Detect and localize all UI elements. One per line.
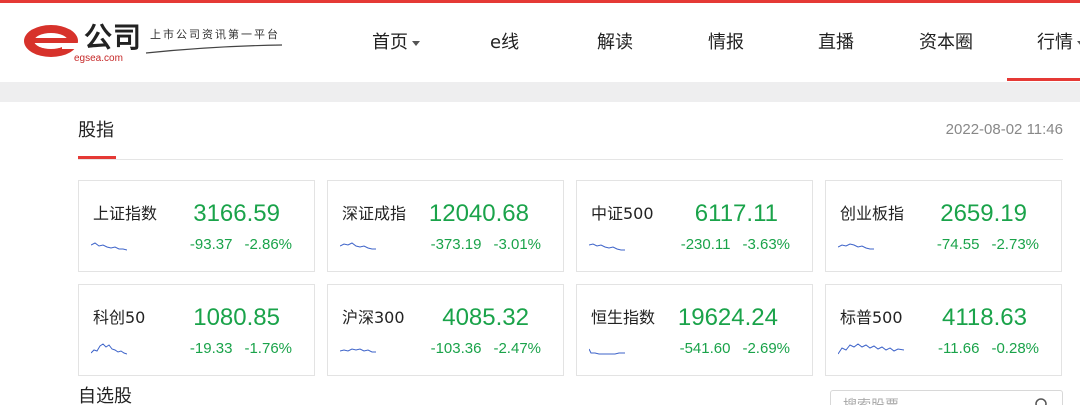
index-change: -19.33 -1.76% bbox=[190, 339, 292, 359]
index-change: -74.55 -2.73% bbox=[937, 235, 1039, 255]
index-change-points: -373.19 bbox=[430, 236, 482, 253]
sparkline-icon bbox=[91, 343, 127, 355]
index-value: 19624.24 bbox=[677, 304, 778, 331]
index-name: 科创50 bbox=[93, 308, 146, 327]
chevron-down-icon bbox=[412, 40, 420, 46]
index-change-percent: -1.76% bbox=[244, 340, 292, 357]
index-name: 沪深300 bbox=[342, 308, 405, 327]
index-change-percent: -0.28% bbox=[991, 340, 1039, 357]
nav-item-home[interactable]: 首页 bbox=[372, 31, 420, 55]
index-change-percent: -2.47% bbox=[493, 340, 541, 357]
index-value: 4118.63 bbox=[942, 304, 1027, 331]
nav-item-label: 资本圈 bbox=[919, 32, 973, 53]
index-value: 2659.19 bbox=[940, 200, 1027, 227]
index-card-hsi[interactable]: 恒生指数 19624.24 -541.60 -2.69% bbox=[576, 284, 813, 376]
index-change: -230.11 -3.63% bbox=[681, 235, 790, 255]
index-name: 上证指数 bbox=[93, 204, 158, 223]
logo-domain: egsea.com bbox=[74, 53, 123, 64]
index-card-csi500[interactable]: 中证500 6117.11 -230.11 -3.63% bbox=[576, 180, 813, 272]
sparkline-icon bbox=[589, 348, 625, 355]
site-logo[interactable]: 公司 上市公司资讯第一平台 egsea.com bbox=[22, 20, 283, 68]
index-change-percent: -3.63% bbox=[742, 236, 790, 253]
sparkline-icon bbox=[838, 243, 874, 250]
index-card-szse[interactable]: 深证成指 12040.68 -373.19 -3.01% bbox=[327, 180, 564, 272]
index-change: -93.37 -2.86% bbox=[190, 235, 292, 255]
logo-slogan: 上市公司资讯第一平台 bbox=[150, 28, 280, 41]
nav-item-label: 解读 bbox=[597, 32, 633, 53]
index-change-points: -74.55 bbox=[936, 236, 980, 253]
logo-name: 公司 bbox=[84, 21, 143, 54]
watchlist-title: 自选股 bbox=[78, 386, 132, 405]
index-change: -11.66 -0.28% bbox=[938, 339, 1039, 359]
update-timestamp: 2022-08-02 11:46 bbox=[945, 121, 1063, 138]
stock-search-input[interactable] bbox=[843, 395, 1023, 405]
stock-search-box[interactable] bbox=[830, 390, 1063, 405]
sparkline-icon bbox=[91, 242, 127, 251]
nav-item-capital[interactable]: 资本圈 bbox=[919, 31, 973, 55]
index-value: 6117.11 bbox=[694, 200, 778, 227]
index-change-points: -230.11 bbox=[680, 236, 731, 253]
nav-item-label: 直播 bbox=[818, 32, 854, 53]
index-change-percent: -3.01% bbox=[493, 236, 541, 253]
index-value: 4085.32 bbox=[442, 304, 529, 331]
index-change-percent: -2.69% bbox=[742, 340, 790, 357]
index-change: -103.36 -2.47% bbox=[431, 339, 541, 359]
index-change-points: -541.60 bbox=[679, 340, 731, 357]
index-value: 3166.59 bbox=[193, 200, 280, 227]
nav-item-live[interactable]: 直播 bbox=[818, 31, 854, 55]
index-name: 中证500 bbox=[591, 204, 654, 223]
nav-item-label: 情报 bbox=[708, 32, 744, 53]
site-header: 公司 上市公司资讯第一平台 egsea.com 首页 e线 解读 情报 直播 资… bbox=[0, 3, 1080, 82]
index-value: 1080.85 bbox=[193, 304, 280, 331]
nav-item-e-line[interactable]: e线 bbox=[490, 31, 519, 55]
search-icon[interactable] bbox=[1034, 397, 1050, 405]
sparkline-icon bbox=[838, 343, 904, 355]
logo-e-icon bbox=[24, 25, 80, 57]
index-name: 创业板指 bbox=[840, 204, 905, 223]
sparkline-icon bbox=[340, 242, 376, 250]
header-divider-band bbox=[0, 82, 1080, 102]
index-change-percent: -2.73% bbox=[991, 236, 1039, 253]
index-name: 恒生指数 bbox=[591, 308, 656, 327]
index-change-points: -93.37 bbox=[189, 236, 233, 253]
index-change: -373.19 -3.01% bbox=[431, 235, 541, 255]
nav-item-intel[interactable]: 情报 bbox=[708, 31, 744, 55]
index-change-points: -103.36 bbox=[430, 340, 482, 357]
indices-section-header: 股指 2022-08-02 11:46 bbox=[78, 110, 1063, 160]
nav-item-interpret[interactable]: 解读 bbox=[597, 31, 633, 55]
index-card-csi300[interactable]: 沪深300 4085.32 -103.36 -2.47% bbox=[327, 284, 564, 376]
nav-item-market[interactable]: 行情 bbox=[1037, 31, 1080, 55]
index-card-sp500[interactable]: 标普500 4118.63 -11.66 -0.28% bbox=[825, 284, 1062, 376]
nav-item-label: 行情 bbox=[1037, 32, 1073, 53]
section-title-underline bbox=[78, 156, 116, 159]
index-change-percent: -2.86% bbox=[244, 236, 292, 253]
index-name: 标普500 bbox=[840, 308, 903, 327]
sparkline-icon bbox=[340, 348, 376, 353]
nav-active-indicator bbox=[1007, 78, 1080, 81]
index-card-sse[interactable]: 上证指数 3166.59 -93.37 -2.86% bbox=[78, 180, 315, 272]
index-card-star50[interactable]: 科创50 1080.85 -19.33 -1.76% bbox=[78, 284, 315, 376]
index-card-chinext[interactable]: 创业板指 2659.19 -74.55 -2.73% bbox=[825, 180, 1062, 272]
sparkline-icon bbox=[589, 243, 625, 251]
index-change-points: -11.66 bbox=[938, 340, 980, 357]
index-value: 12040.68 bbox=[428, 200, 529, 227]
section-title: 股指 bbox=[78, 120, 114, 141]
logo-swoosh-icon bbox=[145, 44, 283, 54]
index-change-points: -19.33 bbox=[189, 340, 233, 357]
index-name: 深证成指 bbox=[342, 204, 407, 223]
nav-item-label: e线 bbox=[490, 32, 520, 53]
index-change: -541.60 -2.69% bbox=[680, 339, 790, 359]
nav-item-label: 首页 bbox=[372, 32, 408, 53]
